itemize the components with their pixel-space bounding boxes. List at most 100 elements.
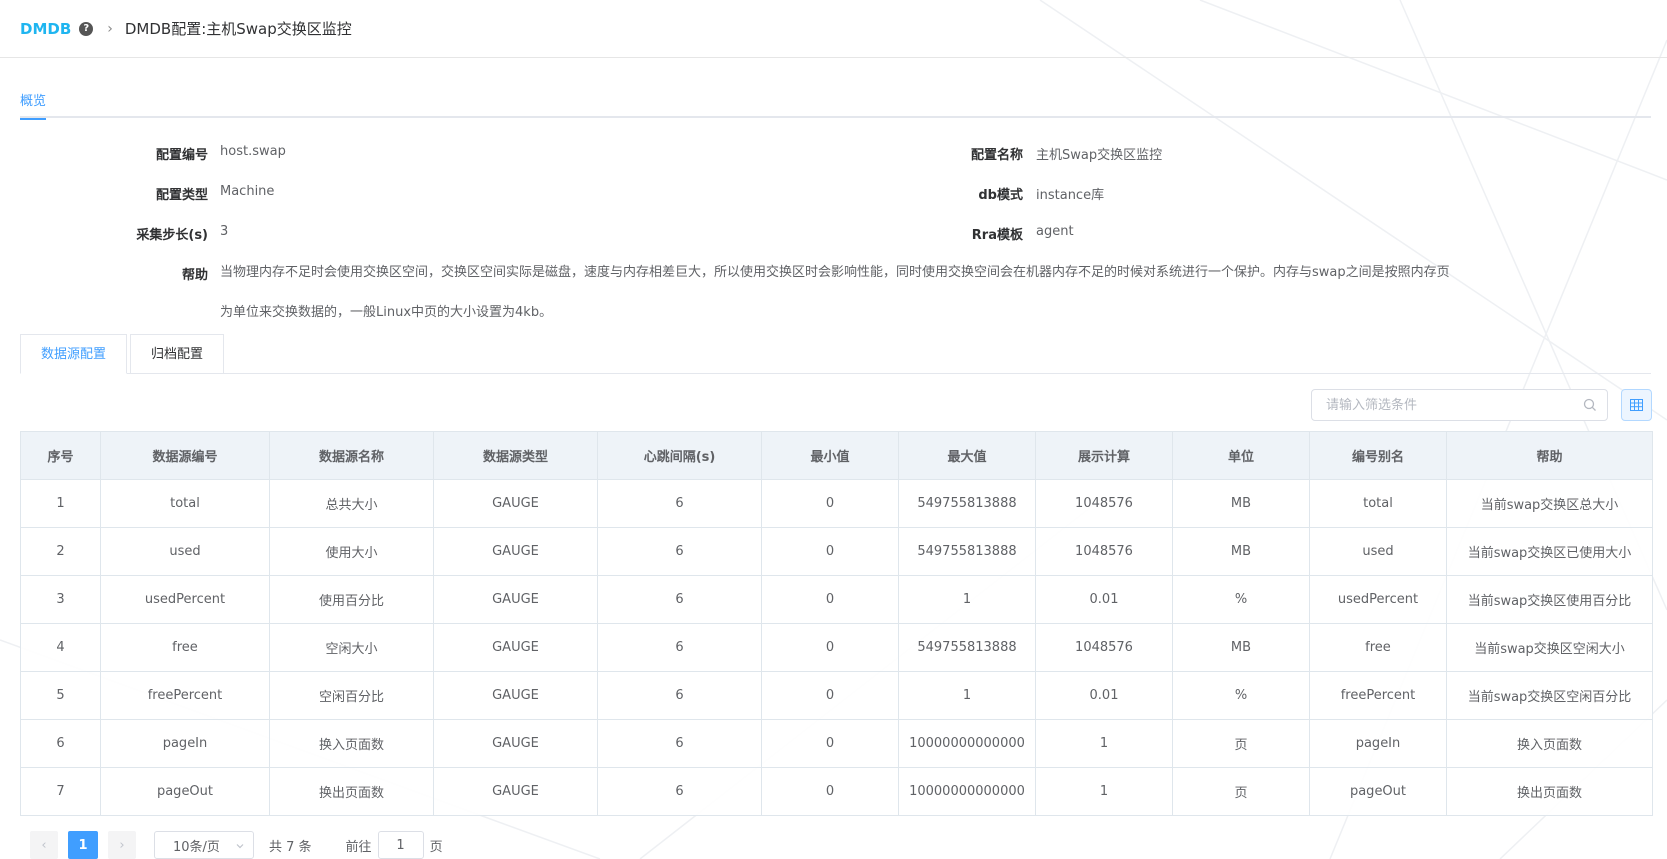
table-cell: 549755813888: [898, 527, 1036, 576]
table-cell: total: [1309, 479, 1447, 528]
prev-page-button[interactable]: ‹: [30, 831, 58, 859]
table-cell: 1048576: [1035, 527, 1173, 576]
table-cell: 0.01: [1035, 671, 1173, 720]
goto-page-input[interactable]: [377, 831, 424, 859]
table-cell: 当前swap交换区空闲百分比: [1446, 671, 1653, 720]
table-cell: %: [1172, 671, 1310, 720]
table-cell: pageOut: [100, 767, 270, 816]
col-header[interactable]: 编号别名: [1309, 431, 1447, 480]
col-header[interactable]: 展示计算: [1035, 431, 1173, 480]
table-cell: 当前swap交换区空闲大小: [1446, 623, 1653, 672]
table-cell: GAUGE: [433, 527, 598, 576]
table-cell: 0: [761, 719, 899, 768]
table-cell: 0: [761, 575, 899, 624]
table-cell: 0: [761, 767, 899, 816]
table-cell: 6: [597, 575, 762, 624]
table-cell: pageIn: [1309, 719, 1447, 768]
help-icon[interactable]: ?: [79, 21, 94, 36]
table-cell: 1: [1035, 719, 1173, 768]
col-header[interactable]: 最小值: [761, 431, 899, 480]
table-cell: 6: [597, 671, 762, 720]
page-title: DMDB配置:主机Swap交换区监控: [124, 20, 352, 38]
table-cell: 换入页面数: [1446, 719, 1653, 768]
page-size-value: 10条/页: [173, 839, 220, 855]
table-cell: 6: [597, 719, 762, 768]
table-cell: 6: [597, 623, 762, 672]
tab-datasource-config[interactable]: 数据源配置: [20, 334, 128, 374]
table-cell: 1: [20, 479, 101, 528]
search-icon[interactable]: [1583, 398, 1597, 412]
col-header[interactable]: 序号: [20, 431, 101, 480]
col-header[interactable]: 心跳间隔(s): [597, 431, 762, 480]
config-id-value: host.swap: [220, 144, 286, 159]
table-row[interactable]: 2 used 使用大小 GAUGE 6 0 549755813888 10485…: [20, 527, 1653, 576]
filter-input[interactable]: [1312, 390, 1572, 420]
goto-label: 前往: [345, 839, 372, 855]
rra-label: Rra模板: [971, 228, 1023, 243]
col-header[interactable]: 单位: [1172, 431, 1310, 480]
table-cell: 当前swap交换区已使用大小: [1446, 527, 1653, 576]
help-label: 帮助: [181, 268, 208, 283]
breadcrumb-brand-link[interactable]: DMDB: [20, 20, 71, 38]
table-cell: 4: [20, 623, 101, 672]
col-header[interactable]: 数据源名称: [269, 431, 434, 480]
table-cell: 6: [597, 479, 762, 528]
table-cell: 空闲百分比: [269, 671, 434, 720]
table-cell: 5: [20, 671, 101, 720]
col-header[interactable]: 帮助: [1446, 431, 1653, 480]
table-row[interactable]: 3 usedPercent 使用百分比 GAUGE 6 0 1 0.01 % u…: [20, 575, 1653, 624]
help-text: 当物理内存不足时会使用交换区空间，交换区空间实际是磁盘，速度与内存相差巨大，所以…: [220, 253, 1540, 333]
config-name-value: 主机Swap交换区监控: [1036, 148, 1163, 163]
config-type-value: Machine: [220, 184, 275, 199]
table-cell: 页: [1172, 767, 1310, 816]
table-cell: used: [100, 527, 270, 576]
table-cell: 6: [597, 527, 762, 576]
chevron-down-icon: [236, 844, 244, 849]
column-toggle-button[interactable]: [1621, 389, 1652, 421]
table-cell: GAUGE: [433, 479, 598, 528]
table-cell: total: [100, 479, 270, 528]
table-header-row: 序号 数据源编号 数据源名称 数据源类型 心跳间隔(s) 最小值 最大值 展示计…: [20, 431, 1653, 480]
table-cell: 0: [761, 479, 899, 528]
table-cell: 使用百分比: [269, 575, 434, 624]
table-cell: 3: [20, 575, 101, 624]
tab-overview[interactable]: 概览: [20, 90, 47, 120]
table-cell: 当前swap交换区使用百分比: [1446, 575, 1653, 624]
table-cell: MB: [1172, 527, 1310, 576]
col-header[interactable]: 数据源类型: [433, 431, 598, 480]
table-row[interactable]: 1 total 总共大小 GAUGE 6 0 549755813888 1048…: [20, 479, 1653, 528]
table-cell: 换出页面数: [1446, 767, 1653, 816]
table-cell: 6: [20, 719, 101, 768]
table-row[interactable]: 4 free 空闲大小 GAUGE 6 0 549755813888 10485…: [20, 623, 1653, 672]
table-cell: 0: [761, 671, 899, 720]
table-cell: 2: [20, 527, 101, 576]
step-value: 3: [220, 224, 229, 239]
page-size-select[interactable]: 10条/页: [154, 831, 254, 859]
chevron-right-icon: ›: [107, 20, 113, 37]
table-cell: pageOut: [1309, 767, 1447, 816]
pagination: ‹ 1 › 10条/页 共 7 条 前往 页: [30, 831, 443, 859]
config-type-label: 配置类型: [155, 188, 208, 203]
col-header[interactable]: 最大值: [898, 431, 1036, 480]
goto-unit: 页: [429, 839, 443, 855]
next-page-button[interactable]: ›: [108, 831, 136, 859]
table-cell: 当前swap交换区总大小: [1446, 479, 1653, 528]
db-mode-label: db模式: [978, 188, 1023, 203]
goto-page: 前往 页: [346, 831, 443, 859]
breadcrumb: DMDB ? › DMDB配置:主机Swap交换区监控: [0, 0, 1667, 58]
table-cell: 1: [1035, 767, 1173, 816]
table-cell: 1048576: [1035, 623, 1173, 672]
table-row[interactable]: 5 freePercent 空闲百分比 GAUGE 6 0 1 0.01 % f…: [20, 671, 1653, 720]
table-cell: GAUGE: [433, 671, 598, 720]
page-number-current[interactable]: 1: [68, 831, 98, 859]
table-cell: GAUGE: [433, 719, 598, 768]
table-cell: 549755813888: [898, 623, 1036, 672]
table-cell: 7: [20, 767, 101, 816]
tab-archive-config[interactable]: 归档配置: [130, 334, 225, 374]
col-header[interactable]: 数据源编号: [100, 431, 270, 480]
table-cell: 0: [761, 623, 899, 672]
total-count: 共 7 条: [269, 839, 312, 855]
help-text-line-2: 为单位来交换数据的，一般Linux中页的大小设置为4kb。: [220, 305, 553, 320]
table-row[interactable]: 6 pageIn 换入页面数 GAUGE 6 0 10000000000000 …: [20, 719, 1653, 768]
table-row[interactable]: 7 pageOut 换出页面数 GAUGE 6 0 10000000000000…: [20, 767, 1653, 816]
